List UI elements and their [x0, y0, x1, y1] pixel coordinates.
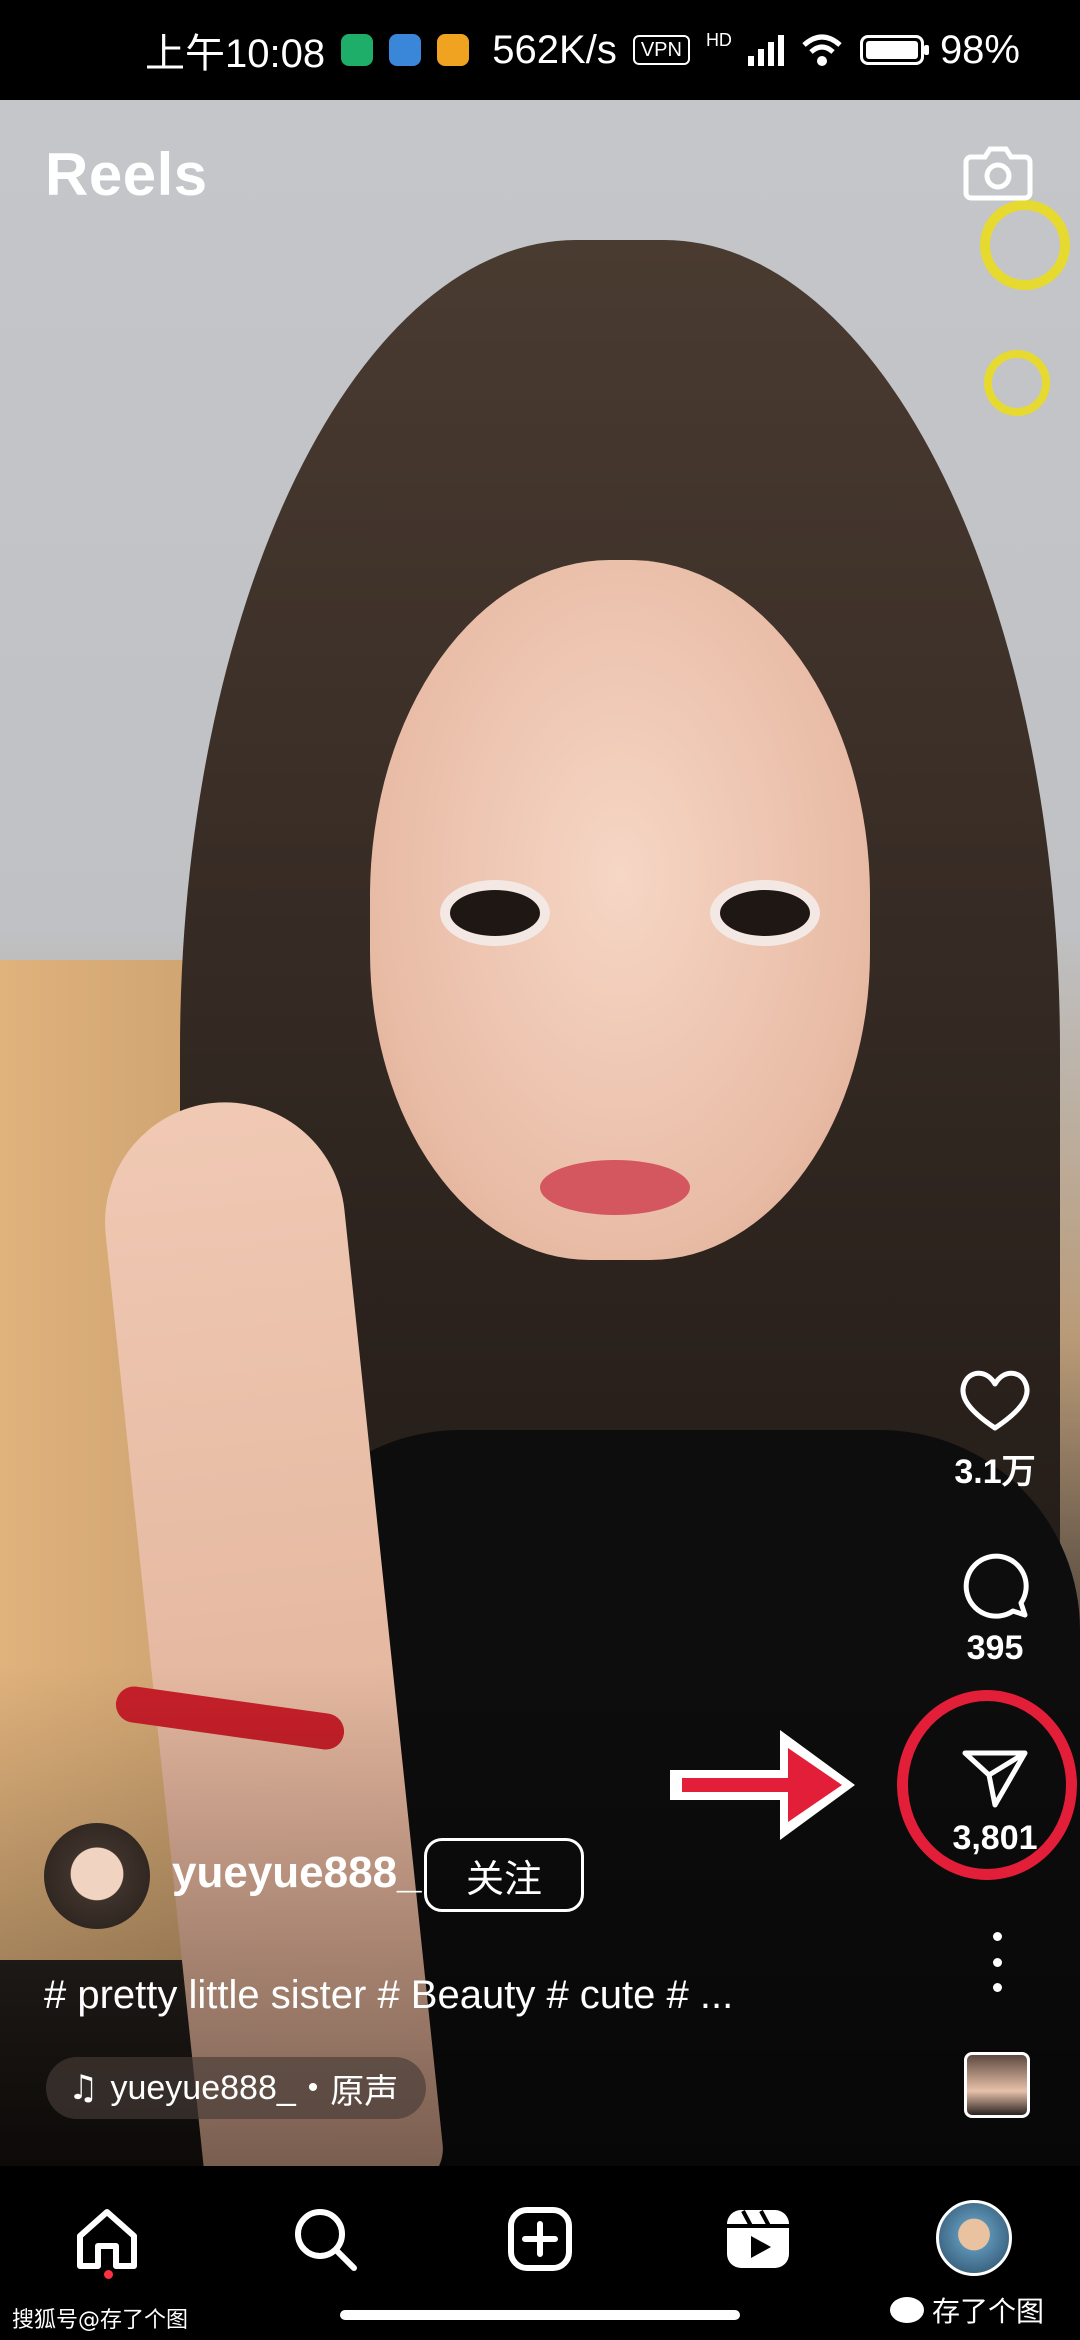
- status-right: 562K/s VPN HD 98%: [492, 28, 1020, 73]
- audio-pill[interactable]: ♫ yueyue888_ • 原声: [46, 2057, 427, 2119]
- vpn-badge: VPN: [632, 35, 690, 65]
- comment-action[interactable]: 395: [935, 1545, 1055, 1668]
- person-eye: [720, 890, 810, 936]
- network-speed: 562K/s: [492, 27, 617, 72]
- background-ring: [980, 200, 1070, 290]
- wechat-icon: [890, 2297, 924, 2323]
- watermark-right: 存了个图: [890, 2290, 1044, 2330]
- like-count: 3.1万: [954, 1453, 1036, 1491]
- home-indicator[interactable]: [340, 2310, 740, 2320]
- wifi-icon: [802, 34, 842, 66]
- person-eye: [450, 890, 540, 936]
- like-action[interactable]: 3.1万: [935, 1360, 1055, 1493]
- comment-icon[interactable]: [955, 1545, 1035, 1625]
- reels-screen: 上午10:08 562K/s VPN HD 98% Reels 3.1万 395…: [0, 0, 1080, 2340]
- watermark-right-text: 存了个图: [932, 2295, 1045, 2328]
- shield-app-icon: [341, 34, 374, 66]
- status-left: 上午10:08: [145, 21, 470, 79]
- audio-user: yueyue888_: [110, 2068, 296, 2107]
- battery-level: 98%: [939, 27, 1020, 72]
- message-app-icon: [437, 34, 470, 66]
- avatar[interactable]: [44, 1823, 150, 1929]
- follow-button[interactable]: 关注: [424, 1838, 584, 1912]
- add-icon[interactable]: [505, 2204, 575, 2274]
- username[interactable]: yueyue888_: [172, 1848, 422, 1898]
- page-title: Reels: [45, 141, 208, 208]
- status-time: 上午10:08: [145, 32, 326, 76]
- reels-icon[interactable]: [723, 2204, 793, 2274]
- heart-icon[interactable]: [955, 1360, 1035, 1440]
- watermark-left: 搜狐号@存了个图: [12, 2308, 189, 2333]
- background-ring: [984, 350, 1050, 416]
- music-note-icon: ♫: [68, 2068, 99, 2108]
- home-icon[interactable]: [72, 2204, 142, 2274]
- app-notification-icon: [389, 34, 422, 66]
- annotation-circle: [897, 1690, 1077, 1880]
- notification-dot: [104, 2270, 113, 2279]
- audio-label: 原声: [330, 2072, 399, 2111]
- annotation-arrow-icon: [670, 1730, 855, 1840]
- status-bar: 上午10:08 562K/s VPN HD 98%: [0, 0, 1080, 100]
- audio-thumbnail[interactable]: [964, 2052, 1030, 2118]
- caption[interactable]: # pretty little sister # Beauty # cute #…: [44, 1973, 733, 2018]
- search-icon[interactable]: [290, 2204, 360, 2274]
- audio-separator: •: [307, 2071, 319, 2104]
- hd-label: HD: [705, 29, 732, 50]
- profile-avatar[interactable]: [936, 2200, 1012, 2276]
- person-lips: [540, 1160, 690, 1215]
- signal-icon: [747, 34, 784, 66]
- battery-icon: [859, 35, 929, 65]
- comment-count: 395: [966, 1629, 1024, 1667]
- camera-icon[interactable]: [963, 143, 1033, 201]
- more-icon[interactable]: [982, 1932, 1012, 1992]
